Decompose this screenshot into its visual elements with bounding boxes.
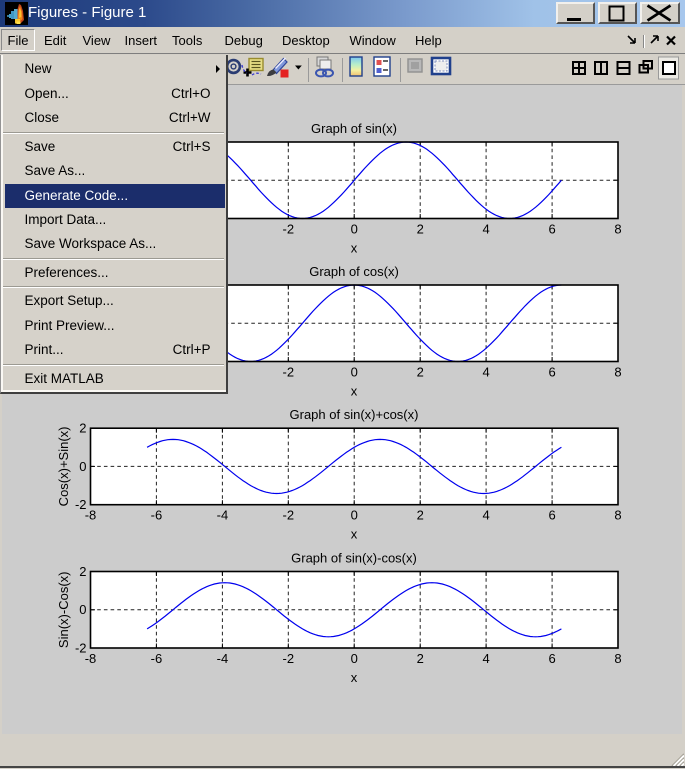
svg-text:-2: -2 <box>283 365 295 380</box>
svg-text:x: x <box>351 241 358 256</box>
svg-text:Graph of sin(x)-cos(x): Graph of sin(x)-cos(x) <box>291 551 417 566</box>
svg-text:6: 6 <box>548 508 555 523</box>
svg-text:-2: -2 <box>75 641 87 656</box>
svg-text:6: 6 <box>548 365 555 380</box>
svg-text:0: 0 <box>79 602 86 617</box>
svg-text:2: 2 <box>417 651 424 666</box>
svg-text:8: 8 <box>614 365 621 380</box>
svg-text:4: 4 <box>482 222 489 237</box>
svg-text:Graph of sin(x)+cos(x): Graph of sin(x)+cos(x) <box>290 407 419 422</box>
svg-text:-4: -4 <box>217 508 229 523</box>
svg-text:2: 2 <box>79 421 86 436</box>
svg-text:Cos(x)+Sin(x): Cos(x)+Sin(x) <box>56 426 71 506</box>
svg-text:0: 0 <box>351 365 358 380</box>
svg-text:Graph of sin(x): Graph of sin(x) <box>311 121 397 136</box>
svg-text:4: 4 <box>482 508 489 523</box>
svg-text:2: 2 <box>417 508 424 523</box>
svg-text:6: 6 <box>548 222 555 237</box>
svg-text:-6: -6 <box>151 651 163 666</box>
svg-text:-2: -2 <box>283 222 295 237</box>
svg-text:4: 4 <box>482 365 489 380</box>
svg-text:-2: -2 <box>75 497 87 512</box>
svg-text:-2: -2 <box>283 651 295 666</box>
svg-text:6: 6 <box>548 651 555 666</box>
svg-text:0: 0 <box>351 508 358 523</box>
svg-text:8: 8 <box>614 222 621 237</box>
svg-text:-4: -4 <box>217 651 229 666</box>
svg-text:0: 0 <box>79 459 86 474</box>
svg-text:Graph of cos(x): Graph of cos(x) <box>309 264 399 279</box>
svg-text:8: 8 <box>614 508 621 523</box>
svg-text:x: x <box>351 527 358 542</box>
svg-text:-2: -2 <box>283 508 295 523</box>
svg-text:Sin(x)-Cos(x): Sin(x)-Cos(x) <box>56 572 71 649</box>
svg-text:2: 2 <box>417 365 424 380</box>
svg-text:0: 0 <box>351 222 358 237</box>
svg-text:2: 2 <box>79 564 86 579</box>
svg-text:8: 8 <box>614 651 621 666</box>
svg-text:4: 4 <box>482 651 489 666</box>
svg-text:2: 2 <box>417 222 424 237</box>
svg-text:x: x <box>351 670 358 685</box>
svg-text:x: x <box>351 384 358 399</box>
svg-text:-6: -6 <box>151 508 163 523</box>
svg-text:0: 0 <box>351 651 358 666</box>
